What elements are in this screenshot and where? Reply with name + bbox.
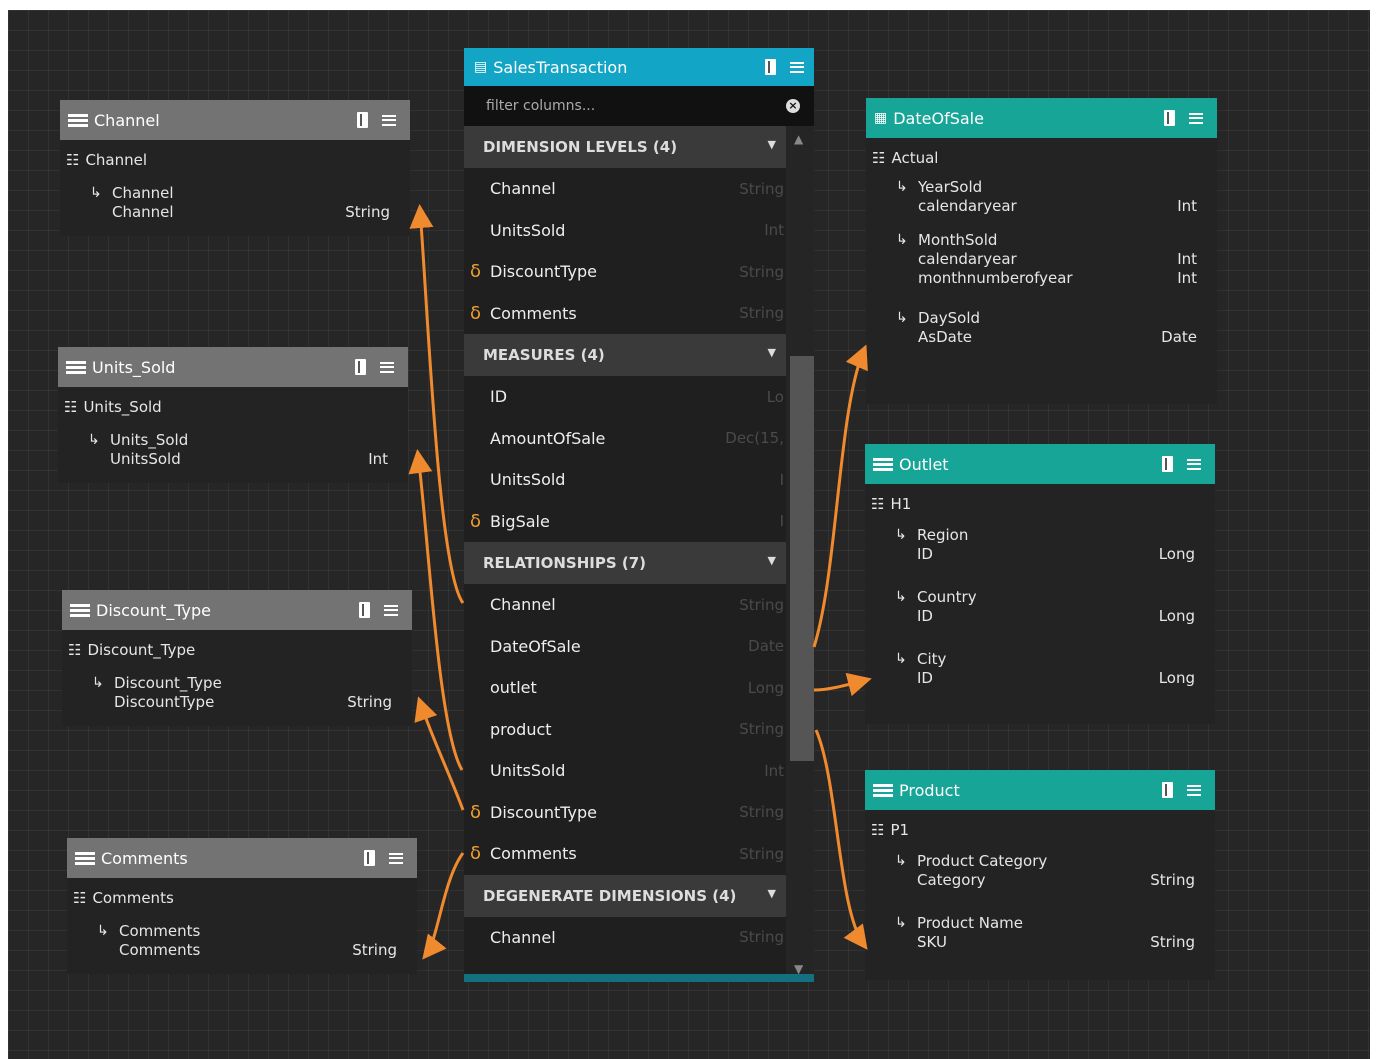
link-date-of-sale bbox=[812, 344, 868, 648]
link-product bbox=[814, 729, 868, 950]
link-units-sold bbox=[408, 449, 464, 771]
link-comments bbox=[422, 852, 465, 960]
model-canvas[interactable]: Channel ☷ Channel ↳ Channel Channel Strin… bbox=[8, 10, 1370, 1059]
relationship-links bbox=[408, 204, 872, 960]
link-outlet bbox=[813, 672, 872, 697]
